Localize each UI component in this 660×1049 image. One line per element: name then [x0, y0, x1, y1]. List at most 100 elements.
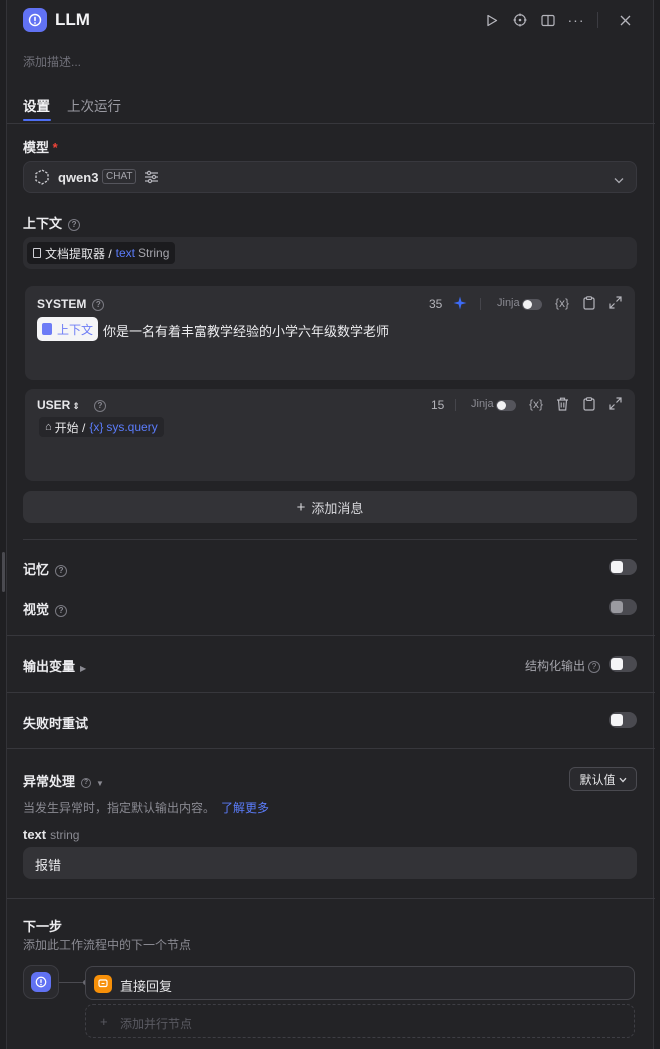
play-icon[interactable]: [482, 10, 502, 30]
model-label: 模型 *: [23, 140, 58, 155]
jinja-toggle[interactable]: [496, 399, 516, 414]
llm-node-icon: [23, 8, 47, 32]
context-node-name: 文档提取器 /: [45, 246, 112, 261]
caret-right-icon: ▶: [80, 664, 87, 673]
jinja-toggle[interactable]: [522, 298, 542, 313]
expand-icon[interactable]: [609, 296, 622, 312]
help-icon[interactable]: ?: [55, 564, 68, 577]
help-icon[interactable]: ?: [55, 604, 68, 617]
direct-reply-icon: [94, 975, 112, 993]
description-input[interactable]: 添加描述...: [23, 53, 81, 70]
chevron-down-icon: [619, 772, 627, 786]
tab-settings[interactable]: 设置: [23, 95, 50, 115]
context-field[interactable]: 文档提取器 / text String: [23, 237, 637, 269]
section-divider: [7, 748, 655, 749]
close-icon[interactable]: [615, 10, 635, 30]
node-panel: LLM ··· 添加描述... 设置 上次运行 模型 * qwen3 CHAT …: [6, 0, 655, 1049]
error-handling-hint: 当发生异常时，指定默认输出内容。 了解更多: [23, 801, 270, 815]
learn-more-link[interactable]: 了解更多: [221, 801, 269, 815]
model-selector[interactable]: qwen3 CHAT: [23, 161, 637, 193]
book-icon[interactable]: [538, 10, 558, 30]
section-divider: [7, 692, 655, 693]
context-label: 上下文?: [23, 213, 81, 232]
query-var-name: sys.query: [106, 420, 158, 434]
memory-label: 记忆?: [23, 559, 68, 578]
context-chip-label: 上下文: [57, 322, 94, 337]
jinja-label: Jinja: [497, 297, 520, 309]
tabs-divider: [7, 123, 655, 124]
caret-down-icon: ▼: [96, 779, 104, 788]
document-extractor-icon: [33, 248, 41, 258]
crosshair-icon[interactable]: [510, 10, 530, 30]
user-role-select[interactable]: USER ⇕?: [37, 398, 106, 412]
clipboard-icon[interactable]: [583, 397, 595, 414]
system-message-editor[interactable]: SYSTEM? 35 Jinja {x} 上下文 你是一名有着丰富教学经验的小学…: [25, 286, 635, 380]
model-mode-badge: CHAT: [102, 169, 137, 184]
variable-icon[interactable]: {x}: [555, 296, 569, 310]
context-reference-chip[interactable]: 上下文: [37, 317, 99, 341]
plus-icon: +: [296, 498, 306, 516]
help-icon[interactable]: ?: [92, 298, 105, 311]
context-var-name: text: [115, 246, 136, 260]
memory-toggle[interactable]: [609, 559, 637, 575]
plus-icon: +: [100, 1014, 108, 1029]
jinja-label: Jinja: [471, 398, 494, 410]
system-prompt-text[interactable]: 你是一名有着丰富教学经验的小学六年级数学老师: [103, 321, 389, 340]
connector-line: [59, 982, 85, 983]
help-icon[interactable]: ?: [81, 777, 92, 788]
next-node-card[interactable]: 直接回复: [85, 966, 635, 1000]
sparkle-icon[interactable]: [453, 296, 467, 313]
retry-toggle[interactable]: [609, 712, 637, 728]
structured-output-toggle[interactable]: [609, 656, 637, 672]
trash-icon[interactable]: [556, 397, 569, 414]
system-token-count: 35: [429, 297, 443, 311]
current-node-block: [23, 965, 59, 999]
more-icon[interactable]: ···: [566, 10, 586, 30]
error-strategy-select[interactable]: 默认值: [569, 767, 637, 791]
vision-toggle[interactable]: [609, 599, 637, 615]
expand-icon[interactable]: [609, 397, 622, 413]
context-variable-chip[interactable]: 文档提取器 / text String: [27, 242, 176, 264]
help-icon[interactable]: ?: [93, 399, 106, 412]
resize-handle[interactable]: [2, 552, 5, 592]
next-node-name: 直接回复: [120, 979, 173, 994]
context-var-type: String: [138, 246, 170, 260]
error-handling-label: 异常处理? ▼: [23, 774, 104, 789]
divider: [480, 298, 481, 310]
divider: [455, 399, 456, 411]
structured-output-label: 结构化输出?: [525, 657, 601, 674]
retry-label: 失败时重试: [23, 716, 89, 731]
add-parallel-label: 添加并行节点: [120, 1017, 193, 1031]
add-message-label: 添加消息: [311, 500, 364, 516]
add-parallel-node-button[interactable]: + 添加并行节点: [85, 1004, 635, 1038]
vision-label: 视觉?: [23, 599, 68, 618]
variable-icon: {x}: [89, 420, 104, 434]
help-icon[interactable]: ?: [68, 218, 81, 231]
model-name: qwen3: [58, 170, 99, 185]
chevron-down-icon: [614, 172, 624, 187]
help-icon[interactable]: ?: [588, 660, 601, 673]
system-role-label: SYSTEM?: [37, 297, 105, 311]
output-vars-toggle[interactable]: 输出变量 ▶: [23, 656, 86, 675]
user-token-count: 15: [431, 398, 445, 412]
tab-last-run[interactable]: 上次运行: [67, 95, 121, 115]
node-title[interactable]: LLM: [55, 10, 90, 30]
next-step-label: 下一步: [23, 919, 63, 934]
next-step-hint: 添加此工作流程中的下一个节点: [23, 938, 192, 952]
default-value-text: 报错: [35, 858, 62, 873]
add-message-button[interactable]: + 添加消息: [23, 491, 637, 523]
model-provider-icon: [34, 169, 50, 188]
user-message-editor[interactable]: USER ⇕? 15 Jinja {x} ⌂ 开始 / {x} sys.query: [25, 389, 635, 481]
variable-icon[interactable]: {x}: [529, 397, 543, 411]
model-params-icon[interactable]: [144, 170, 159, 187]
section-divider: [7, 898, 655, 899]
query-variable-chip[interactable]: ⌂ 开始 / {x} sys.query: [39, 417, 164, 437]
sort-icon: ⇕: [72, 401, 80, 411]
default-value-input[interactable]: 报错: [23, 847, 637, 879]
error-strategy-value: 默认值: [579, 772, 616, 787]
clipboard-icon[interactable]: [583, 296, 595, 313]
default-value-field-label: text string: [23, 827, 80, 842]
home-icon: ⌂: [45, 421, 52, 433]
header-divider: [597, 12, 598, 28]
section-divider: [7, 635, 655, 636]
